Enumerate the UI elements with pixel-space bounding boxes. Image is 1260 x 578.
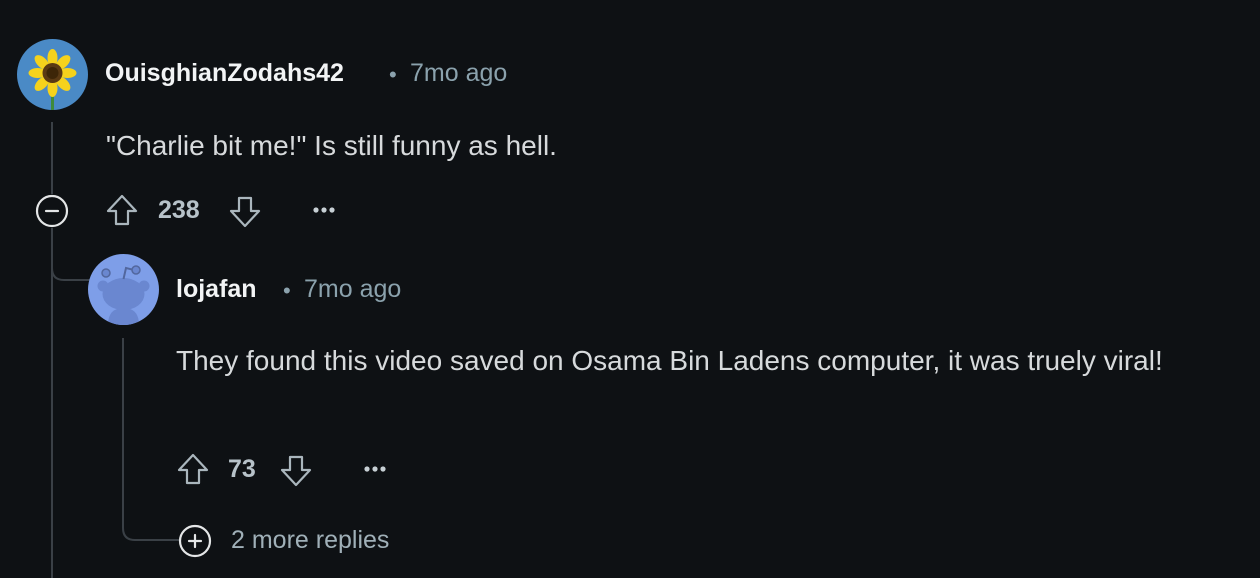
collapse-button[interactable] <box>34 193 70 229</box>
expand-plus-icon[interactable] <box>177 523 213 559</box>
comment-body: They found this video saved on Osama Bin… <box>176 345 1163 376</box>
timestamp[interactable]: 7mo ago <box>410 59 507 88</box>
timestamp[interactable]: 7mo ago <box>304 275 401 304</box>
thread-connector <box>51 228 92 281</box>
upvote-icon[interactable] <box>104 192 140 228</box>
upvote-icon[interactable] <box>175 451 211 487</box>
username[interactable]: OuisghianZodahs42 <box>105 59 344 88</box>
thread-line-main <box>51 122 53 194</box>
more-options-icon[interactable] <box>359 459 391 479</box>
vote-score: 238 <box>158 196 200 224</box>
comment-body: "Charlie bit me!" Is still funny as hell… <box>106 130 557 161</box>
downvote-icon[interactable] <box>278 453 314 489</box>
more-options-icon[interactable] <box>308 200 340 220</box>
downvote-icon[interactable] <box>227 194 263 230</box>
thread-line-reply <box>122 338 124 518</box>
snoo-avatar-icon <box>88 254 159 325</box>
separator-dot: • <box>283 278 291 303</box>
username[interactable]: lojafan <box>176 275 257 304</box>
thread-connector-more <box>122 500 179 541</box>
vote-score: 73 <box>228 455 256 483</box>
separator-dot: • <box>389 62 397 87</box>
more-replies-label[interactable]: 2 more replies <box>231 526 389 555</box>
avatar[interactable] <box>88 254 159 325</box>
avatar[interactable] <box>17 39 88 110</box>
sunflower-avatar-icon <box>17 39 88 110</box>
